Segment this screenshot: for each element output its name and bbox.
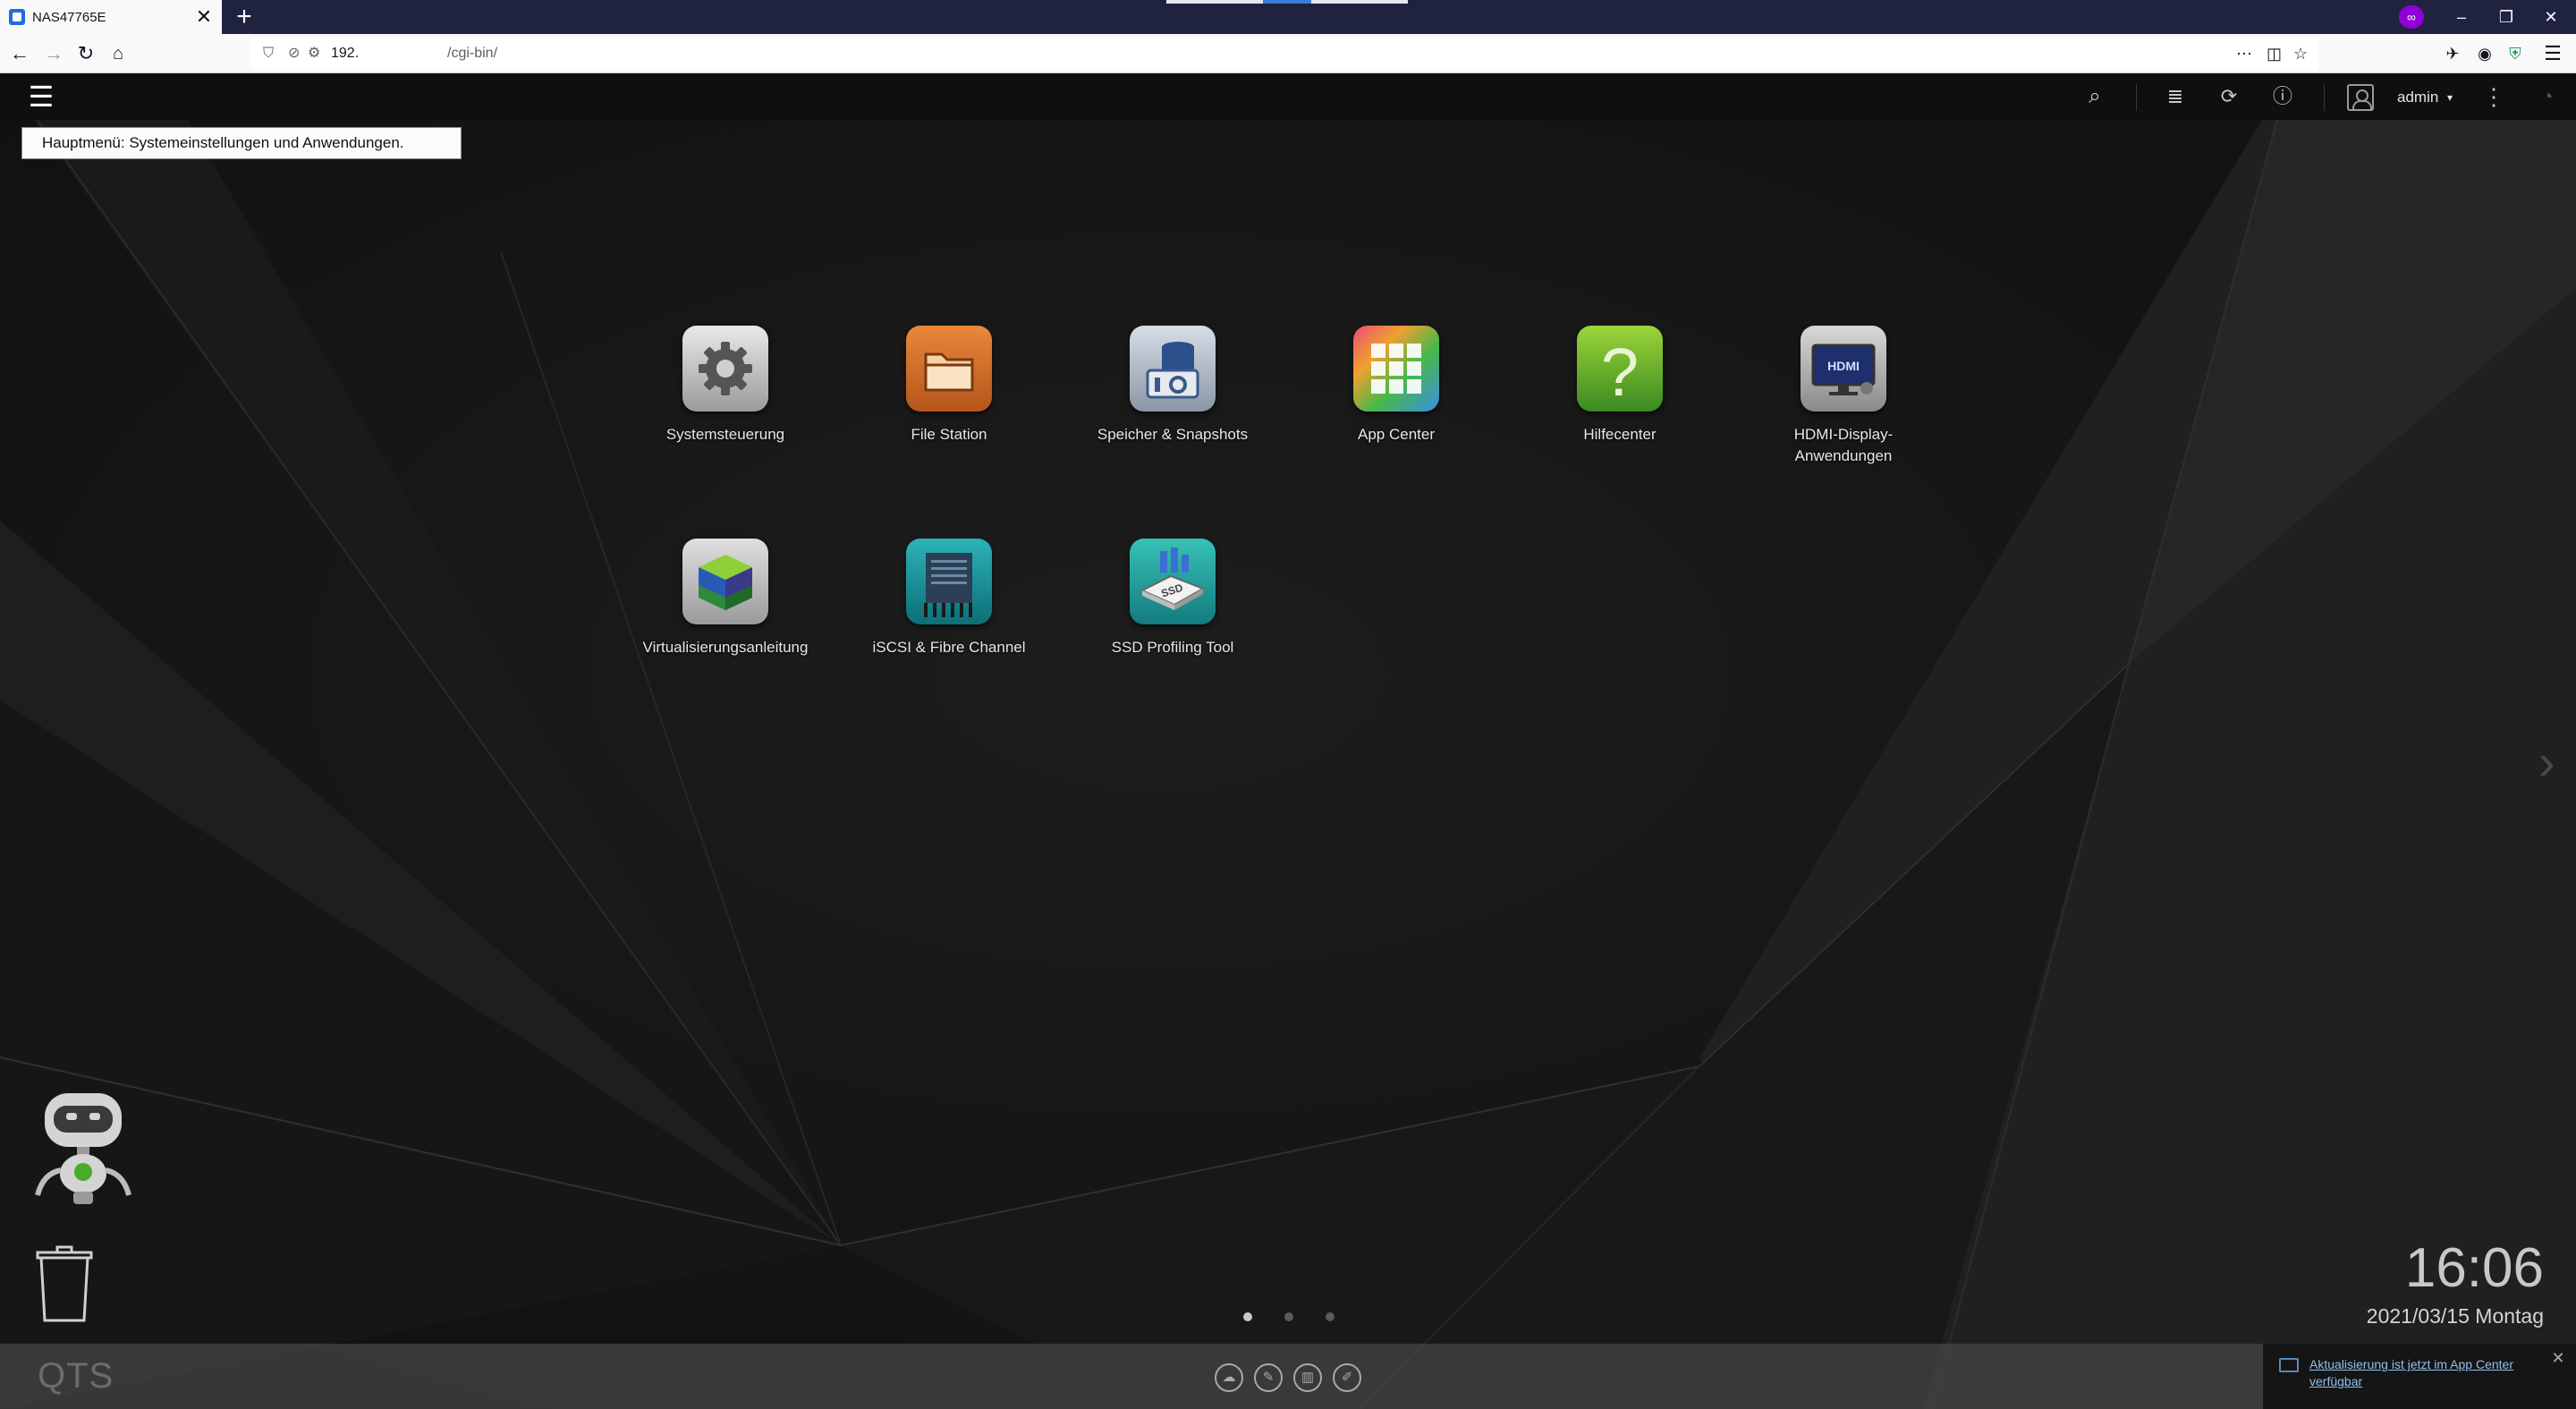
page-dot-3[interactable] <box>1326 1312 1335 1321</box>
app-systemsteuerung[interactable]: Systemsteuerung <box>614 326 837 446</box>
qts-desktop: ☰ ⌕ ≣ ⟳ ⓘ admin ▾ ⋮ ◔ Hauptmenü: Systeme… <box>0 73 2576 1409</box>
page-dot-1[interactable] <box>1243 1312 1252 1321</box>
minimize-button[interactable]: – <box>2436 0 2487 34</box>
private-browsing-icon: ∞ <box>2399 5 2424 29</box>
columns-icon[interactable]: ▥ <box>1293 1363 1322 1392</box>
account-icon[interactable]: ◉ <box>2470 39 2499 68</box>
info-icon[interactable]: ⓘ <box>2267 81 2299 113</box>
notification-toast: Aktualisierung ist jetzt im App Center v… <box>2263 1344 2576 1409</box>
cube-icon <box>682 539 768 624</box>
app-label: Hilfecenter <box>1583 426 1657 443</box>
app-hdmi-display[interactable]: HDMI HDMI-Display- Anwendungen <box>1732 326 1955 467</box>
external-devices-icon[interactable]: ⟳ <box>2213 81 2245 113</box>
divider <box>2136 84 2137 111</box>
background-tasks-icon[interactable]: ≣ <box>2159 81 2191 113</box>
question-icon: ? <box>1577 326 1663 412</box>
browser-nav-bar: ← → ↻ ⌂ ⛉ ⊘ ⚙ 192. /cgi-bin/ ⋯ ◫ ☆ ✈ ◉ ⛨… <box>0 34 2576 73</box>
browser-tab[interactable]: NAS47765E ✕ <box>0 0 222 34</box>
next-page-arrow-icon[interactable]: › <box>2538 735 2565 789</box>
app-file-station[interactable]: File Station <box>837 326 1061 446</box>
iscsi-icon <box>906 539 992 624</box>
app-label: Virtualisierungsanleitung <box>642 639 809 656</box>
app-virtualisierungsanleitung[interactable]: Virtualisierungsanleitung <box>614 539 837 658</box>
back-arrow-icon[interactable]: ← <box>5 39 34 68</box>
app-grid-icon <box>1353 326 1439 412</box>
page-indicator <box>1234 1308 1342 1326</box>
pocket-icon[interactable]: ◫ <box>2267 38 2282 70</box>
chevron-down-icon[interactable]: ▾ <box>2447 84 2453 111</box>
folder-icon <box>906 326 992 412</box>
app-label: SSD Profiling Tool <box>1111 639 1234 656</box>
reload-icon[interactable]: ↻ <box>72 39 100 68</box>
shield-icon[interactable]: ⛉ <box>263 38 274 70</box>
main-menu-tooltip: Hauptmenü: Systemeinstellungen und Anwen… <box>21 127 462 159</box>
recycle-bin-icon[interactable] <box>36 1245 93 1324</box>
browser-tab-bar: NAS47765E ✕ + ∞ – ❐ ✕ <box>0 0 2576 34</box>
app-label: File Station <box>911 426 987 443</box>
ssd-icon: SSD <box>1130 539 1216 624</box>
browser-menu-icon[interactable]: ☰ <box>2538 39 2567 68</box>
bookmark-star-icon[interactable]: ☆ <box>2293 38 2308 70</box>
dashboard-gauge-icon[interactable]: ◔ <box>2531 81 2563 113</box>
storage-icon <box>1130 326 1216 412</box>
permissions-icon[interactable]: ⚙ <box>308 38 320 70</box>
app-label: HDMI-Display- Anwendungen <box>1793 426 1894 464</box>
app-label: App Center <box>1358 426 1435 443</box>
user-avatar-icon[interactable] <box>2347 84 2374 111</box>
url-host: 192. <box>331 46 360 61</box>
tools-icon[interactable]: ✎ <box>1254 1363 1283 1392</box>
qnap-favicon-icon <box>9 9 25 25</box>
user-name[interactable]: admin <box>2397 84 2438 111</box>
notes-icon[interactable]: ✐ <box>1333 1363 1361 1392</box>
close-window-button[interactable]: ✕ <box>2526 0 2576 34</box>
app-app-center[interactable]: App Center <box>1284 326 1508 446</box>
divider <box>2324 84 2325 111</box>
restore-button[interactable]: ❐ <box>2481 0 2531 34</box>
page-dot-2[interactable] <box>1284 1312 1293 1321</box>
tab-title: NAS47765E <box>32 9 106 25</box>
screen: NAS47765E ✕ + ∞ – ❐ ✕ ← → ↻ ⌂ ⛉ ⊘ ⚙ 192.… <box>0 0 2576 1409</box>
notification-close-icon[interactable]: ✕ <box>2547 1347 2569 1369</box>
url-bar[interactable]: ⛉ ⊘ ⚙ 192. /cgi-bin/ ⋯ ◫ ☆ <box>250 38 2318 70</box>
clock-date: 2021/03/15 Montag <box>2366 1304 2544 1328</box>
svg-text:?: ? <box>1601 335 1639 411</box>
shield-extension-icon[interactable]: ⛨ <box>2501 39 2529 68</box>
forward-arrow-icon[interactable]: → <box>39 39 68 68</box>
app-hilfecenter[interactable]: ? Hilfecenter <box>1508 326 1732 446</box>
qboost-robot-icon[interactable] <box>25 1084 141 1218</box>
main-menu-button[interactable]: ☰ <box>18 79 64 115</box>
new-tab-button[interactable]: + <box>231 2 258 32</box>
app-ssd-profiling-tool[interactable]: SSD SSD Profiling Tool <box>1061 539 1284 658</box>
message-icon <box>2279 1358 2299 1372</box>
gear-icon <box>682 326 768 412</box>
page-actions-icon[interactable]: ⋯ <box>2236 38 2252 70</box>
insecure-lock-icon[interactable]: ⊘ <box>288 38 300 70</box>
app-label: Speicher & Snapshots <box>1097 426 1249 443</box>
more-options-icon[interactable]: ⋮ <box>2478 81 2510 113</box>
home-icon[interactable]: ⌂ <box>104 39 132 68</box>
search-icon[interactable]: ⌕ <box>2079 81 2111 113</box>
svg-text:HDMI: HDMI <box>1827 359 1860 373</box>
hdmi-monitor-icon: HDMI <box>1801 326 1886 412</box>
clock-time: 16:06 <box>2404 1237 2544 1299</box>
extension-icon[interactable]: ✈ <box>2438 39 2467 68</box>
sharing-indicator <box>1166 0 1408 4</box>
qts-taskbar: QTS ☁ ✎ ▥ ✐ <box>0 1344 2576 1409</box>
tab-close-icon[interactable]: ✕ <box>195 7 213 27</box>
qts-top-bar: ☰ ⌕ ≣ ⟳ ⓘ admin ▾ ⋮ ◔ <box>0 73 2576 120</box>
notification-link[interactable]: Aktualisierung ist jetzt im App Center v… <box>2309 1356 2551 1390</box>
app-label: iSCSI & Fibre Channel <box>872 639 1026 656</box>
cloud-icon[interactable]: ☁ <box>1215 1363 1243 1392</box>
app-label: Systemsteuerung <box>665 426 785 443</box>
wallpaper <box>0 73 2576 1409</box>
app-speicher-snapshots[interactable]: Speicher & Snapshots <box>1061 326 1284 446</box>
url-path: /cgi-bin/ <box>447 46 498 61</box>
qts-logo: QTS <box>38 1356 114 1396</box>
app-iscsi-fibre-channel[interactable]: iSCSI & Fibre Channel <box>837 539 1061 658</box>
